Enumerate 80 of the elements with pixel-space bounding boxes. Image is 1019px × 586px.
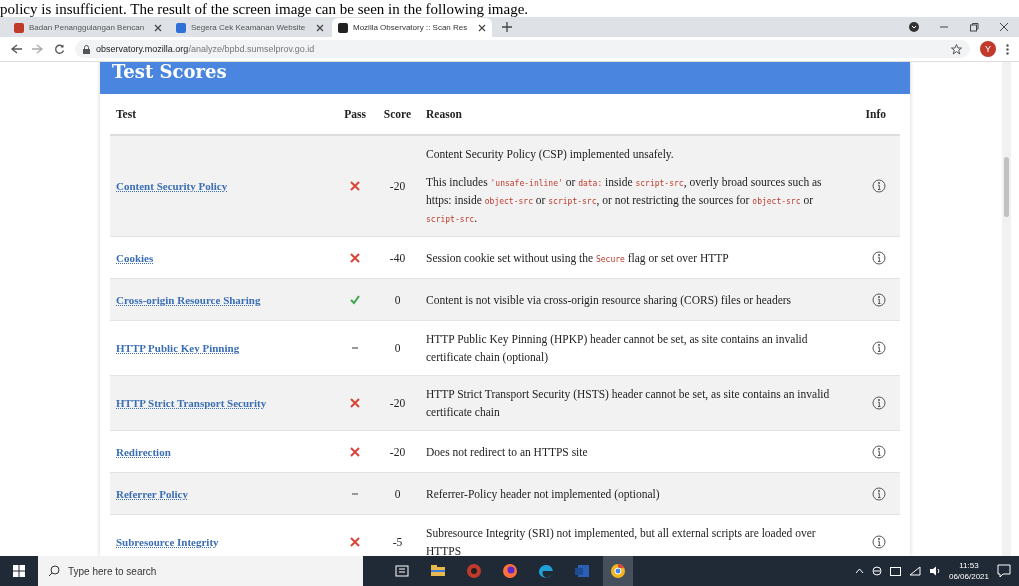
cross-icon	[350, 181, 360, 191]
clock-time[interactable]: 11:53	[959, 560, 979, 571]
score-text: -40	[389, 251, 406, 264]
score-text: -20	[389, 445, 406, 458]
column-header: Pass	[344, 108, 366, 120]
back-icon[interactable]	[10, 44, 22, 54]
reason-text: Does not redirect to an HTTPS site	[426, 444, 588, 460]
test-link[interactable]: HTTP Strict Transport Security	[116, 397, 267, 409]
record-app-icon[interactable]	[466, 563, 482, 579]
reason-text: Referrer-Policy header not implemented (optional)	[426, 486, 660, 503]
test-link[interactable]: HTTP Public Key Pinning	[116, 342, 240, 354]
clock-date[interactable]: 06/06/2021	[948, 571, 989, 582]
browser-tab[interactable]: Badan Penanggulangan Bencan	[8, 18, 168, 37]
menu-icon[interactable]	[1006, 43, 1009, 55]
score-text: 0	[394, 342, 401, 354]
url-text[interactable]: observatory.mozilla.org/analyze/bpbd.sumselprov.go.id	[96, 44, 315, 54]
scrollbar[interactable]	[1002, 62, 1011, 556]
score-text: -20	[389, 397, 406, 409]
info-icon[interactable]	[872, 396, 886, 410]
lock-icon	[83, 44, 90, 54]
column-header: Test	[116, 108, 137, 120]
info-icon[interactable]	[872, 292, 886, 307]
restore-icon[interactable]	[969, 22, 979, 32]
close-icon[interactable]	[999, 22, 1009, 32]
reload-icon[interactable]	[54, 43, 65, 55]
cross-icon	[350, 537, 360, 547]
display-icon[interactable]	[889, 566, 901, 576]
cross-icon	[350, 398, 360, 408]
column-header: Reason	[426, 108, 462, 120]
cross-icon	[350, 446, 360, 457]
close-icon[interactable]	[316, 23, 324, 32]
caret-icon[interactable]	[854, 568, 864, 574]
close-icon[interactable]	[478, 23, 486, 32]
info-icon[interactable]	[872, 179, 886, 193]
section-title: Test Scores	[112, 62, 227, 82]
browser-tab[interactable]: Segera Cek Keamanan Website	[170, 18, 330, 37]
score-text: -20	[389, 180, 406, 192]
test-link[interactable]: Referrer Policy	[116, 487, 188, 500]
column-header: Info	[865, 108, 886, 120]
test-link[interactable]: Cross-origin Resource Sharing	[116, 293, 261, 306]
task-view-icon[interactable]	[394, 563, 410, 579]
fox-browser-icon[interactable]	[502, 563, 518, 579]
info-icon[interactable]	[872, 250, 886, 265]
circle-menu-icon[interactable]	[909, 22, 919, 32]
info-icon[interactable]	[872, 341, 886, 355]
reason-text: Session cookie set without using the Secure flag or set over HTTP	[426, 250, 729, 267]
score-text: -5	[392, 536, 403, 548]
tray-app-icon[interactable]	[871, 566, 882, 576]
cross-icon	[350, 252, 360, 263]
close-icon[interactable]	[154, 23, 162, 32]
info-icon[interactable]	[872, 535, 886, 549]
score-text: 0	[394, 293, 401, 306]
search-icon	[48, 565, 60, 577]
reason-text: Subresource Integrity (SRI) not implemented, but all external scripts are loaded over HTTPS	[426, 526, 817, 556]
profile-avatar[interactable]: Y	[980, 41, 996, 57]
info-icon[interactable]	[872, 486, 886, 501]
reason-text: HTTP Strict Transport Security (HSTS) header cannot be set, as site contains an invalid certificate chain	[426, 387, 831, 420]
notification-icon[interactable]	[997, 564, 1011, 578]
speaker-icon[interactable]	[928, 566, 941, 576]
reason-text: Content is not visible via cross-origin resource sharing (CORS) files or headers	[426, 292, 792, 309]
test-link[interactable]: Cookies	[116, 251, 154, 264]
chrome-browser-icon[interactable]	[610, 563, 626, 579]
browser-tab[interactable]: Mozilla Observatory :: Scan Res	[332, 18, 492, 37]
reason-text: This includes 'unsafe-inline' or data: inside script-src, overly broad sources such as https: inside object-src or script-src, or not restricting the sources for object-src or script-src.	[426, 175, 823, 226]
reason-text: Content Security Policy (CSP) implemented unsafely.	[426, 147, 674, 163]
score-text: 0	[394, 487, 401, 500]
star-icon[interactable]	[951, 43, 962, 55]
check-icon	[350, 294, 360, 305]
folder-icon[interactable]	[430, 563, 446, 579]
new-tab-icon[interactable]	[502, 22, 512, 32]
test-link[interactable]: Redirection	[116, 445, 171, 458]
column-header: Score	[383, 108, 412, 120]
taskbar-search-field[interactable]: Type here to search	[38, 556, 363, 586]
reason-text: HTTP Public Key Pinning (HPKP) header cannot be set, as site contains an invalid certificate chain (optional)	[426, 332, 809, 366]
info-icon[interactable]	[872, 444, 886, 459]
edge-browser-icon[interactable]	[538, 563, 554, 579]
signal-icon[interactable]	[908, 566, 921, 576]
test-link[interactable]: Content Security Policy	[116, 180, 228, 192]
document-text: policy is insufficient. The result of the screen image can be seen in the following image.	[0, 1, 529, 18]
test-link[interactable]: Subresource Integrity	[116, 536, 219, 548]
